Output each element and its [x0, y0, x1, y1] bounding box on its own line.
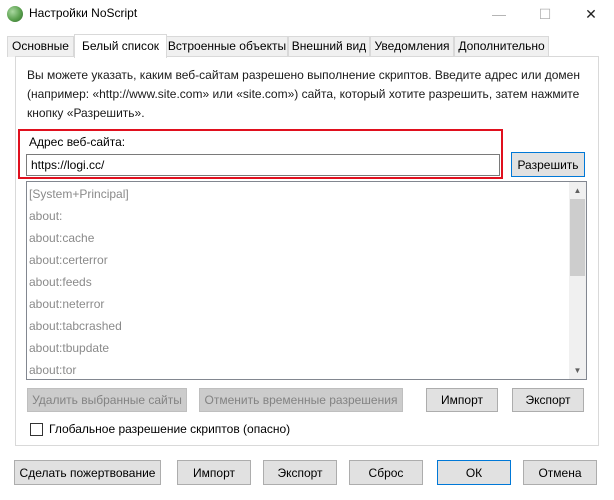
tab-whitelist[interactable]: Белый список [74, 34, 167, 58]
noscript-app-icon [7, 6, 23, 22]
list-item[interactable]: about:certerror [29, 249, 108, 271]
scroll-down-arrow-icon[interactable]: ▼ [569, 362, 586, 379]
allow-button[interactable]: Разрешить [511, 152, 585, 177]
list-item[interactable]: about:tor [29, 359, 76, 379]
description-line: Вы можете указать, каким веб-сайтам разр… [27, 68, 580, 82]
address-input[interactable] [26, 154, 500, 176]
list-item[interactable]: about:feeds [29, 271, 92, 293]
list-item[interactable]: about: [29, 205, 62, 227]
address-label: Адрес веб-сайта: [29, 135, 126, 149]
revoke-temporary-permissions-button[interactable]: Отменить временные разрешения [199, 388, 403, 412]
global-allow-checkbox[interactable] [30, 423, 43, 436]
remove-selected-sites-button[interactable]: Удалить выбранные сайты [27, 388, 187, 412]
cancel-button[interactable]: Отмена [523, 460, 597, 485]
ok-button[interactable]: ОК [437, 460, 511, 485]
list-item[interactable]: about:cache [29, 227, 94, 249]
description-line: (например: «http://www.site.com» или «si… [27, 87, 580, 101]
list-item[interactable]: about:tabcrashed [29, 315, 122, 337]
close-button[interactable]: ✕ [568, 0, 614, 28]
global-allow-label[interactable]: Глобальное разрешение скриптов (опасно) [49, 422, 290, 436]
tab-general[interactable]: Основные [7, 36, 74, 57]
list-item[interactable]: about:neterror [29, 293, 104, 315]
scroll-thumb[interactable] [570, 199, 585, 276]
footer-import-button[interactable]: Импорт [177, 460, 251, 485]
list-item[interactable]: [System+Principal] [29, 183, 129, 205]
footer-export-button[interactable]: Экспорт [263, 460, 337, 485]
list-item[interactable]: about:tbupdate [29, 337, 109, 359]
tab-strip: Основные Белый список Встроенные объекты… [7, 34, 607, 58]
window-title: Настройки NoScript [29, 6, 138, 20]
minimize-button[interactable]: — [476, 0, 522, 28]
reset-button[interactable]: Сброс [349, 460, 423, 485]
tab-embeddings[interactable]: Встроенные объекты [166, 36, 288, 57]
description-line: кнопку «Разрешить». [27, 106, 145, 120]
donate-button[interactable]: Сделать пожертвование [14, 460, 161, 485]
scroll-up-arrow-icon[interactable]: ▲ [569, 182, 586, 199]
tab-advanced[interactable]: Дополнительно [454, 36, 549, 57]
maximize-button[interactable]: ☐ [522, 0, 568, 28]
tab-appearance[interactable]: Внешний вид [288, 36, 370, 57]
whitelist-import-button[interactable]: Импорт [426, 388, 498, 412]
whitelist-export-button[interactable]: Экспорт [512, 388, 584, 412]
whitelist-description: Вы можете указать, каким веб-сайтам разр… [27, 66, 587, 123]
list-scrollbar[interactable]: ▲ ▼ [569, 182, 586, 379]
site-list[interactable]: [System+Principal] about: about:cache ab… [26, 181, 587, 380]
tab-notifications[interactable]: Уведомления [370, 36, 454, 57]
